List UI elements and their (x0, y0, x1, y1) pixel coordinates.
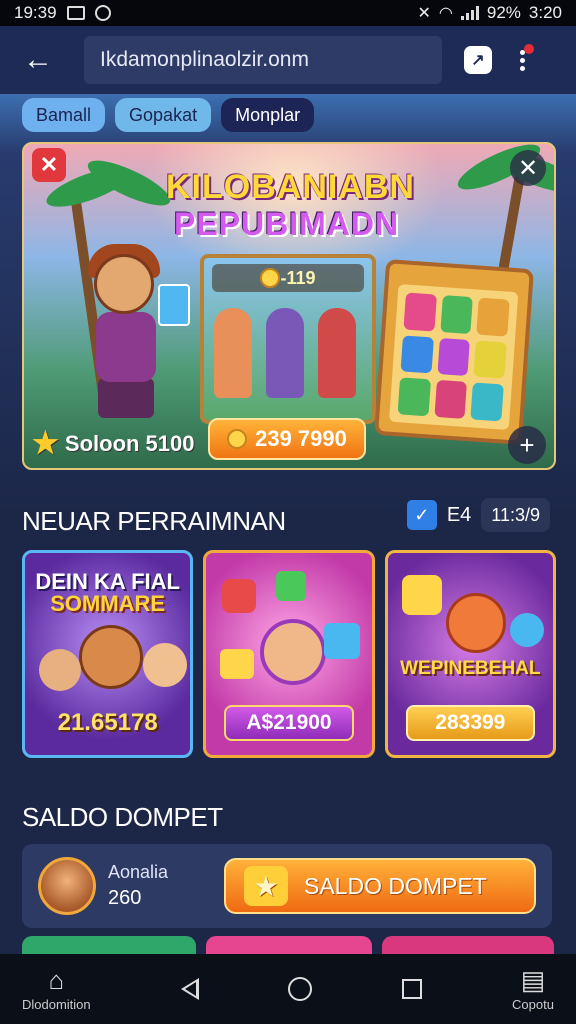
close-red-icon[interactable]: ✕ (32, 148, 66, 182)
signal-icon (460, 6, 479, 20)
gem-icon (276, 571, 307, 601)
next-card-peek[interactable] (382, 936, 554, 956)
bottom-nav: ⌂ Dlodomition ▤ Copotu (0, 954, 576, 1024)
frame-counter: -119 (212, 264, 364, 292)
status-bar: 19:39 ✕ ◠ 92% 3:20 (0, 0, 576, 26)
game-character (143, 643, 187, 687)
back-triangle-icon[interactable] (180, 978, 199, 1000)
chip-1[interactable]: Bamall (22, 98, 106, 132)
star-score: ★ Soloon 5100 (32, 427, 195, 460)
gem-icon (509, 613, 544, 647)
wallet-card: Aonalia 260 ★ SALDO DOMPET (22, 844, 552, 928)
url-text: Ikdamonplinaolzir.onm (100, 48, 309, 71)
card-icon (158, 284, 190, 326)
star-icon: ★ (244, 866, 288, 906)
section-tools: ✓ E4 11:3/9 (406, 498, 550, 532)
game-price: A$21900 (224, 705, 354, 741)
url-field[interactable]: Ikdamonplinaolzir.onm (84, 36, 442, 84)
home-circle-icon[interactable] (288, 977, 313, 1001)
chip-3[interactable]: Monplar (221, 98, 315, 132)
popcorn-icon (220, 649, 255, 679)
gem-board (374, 259, 534, 445)
game-title-line1: DEIN KA FIAL (35, 569, 180, 594)
game-character (39, 649, 81, 691)
game-character (260, 619, 327, 685)
recents-square-icon[interactable] (402, 979, 423, 999)
banner-price[interactable]: 239 7990 (208, 418, 366, 460)
wifi-icon: ◠ (438, 5, 453, 22)
section-count: E4 (446, 503, 472, 526)
battery-percent: 92% (486, 3, 521, 22)
game-price: 283399 (405, 705, 535, 741)
gem-icon (324, 623, 361, 659)
avatar[interactable] (38, 857, 96, 915)
hero-character (54, 244, 204, 424)
chip-2[interactable]: Gopakat (115, 98, 212, 132)
document-icon: ▤ (520, 964, 546, 995)
status-time: 19:39 (14, 3, 57, 22)
banner-title-line2: PEPUBIMADN (174, 206, 400, 242)
game-title-line2: SOMMARE (50, 591, 166, 616)
section-title-wallet: SALDO DOMPET (22, 802, 223, 832)
coin-icon (227, 429, 248, 449)
back-arrow-icon[interactable]: ← (18, 40, 58, 80)
home-icon: ⌂ (48, 964, 65, 995)
game-card-2[interactable]: A$21900 (203, 550, 375, 758)
close-icon[interactable]: ✕ (510, 150, 546, 186)
game-list: DEIN KA FIAL SOMMARE 21.65178 A$21900 WE… (22, 550, 556, 758)
star-icon: ★ (32, 427, 59, 460)
main-content: Bamall Gopakat Monplar ✕ ✕ KILOBANIABN P… (0, 94, 576, 956)
game-character (445, 593, 506, 653)
nav-right-label: Copotu (512, 996, 554, 1012)
wallet-button-label: SALDO DOMPET (304, 872, 487, 899)
status-time-right: 3:20 (528, 3, 562, 22)
nav-home[interactable]: ⌂ Dlodomition (22, 967, 91, 1012)
nav-home-label: Dlodomition (22, 996, 91, 1012)
section-title-games: NEUAR PERRAIMNAN (22, 506, 286, 536)
mini-character (266, 308, 304, 398)
next-card-peek[interactable] (206, 936, 372, 956)
mini-character (318, 308, 356, 398)
game-frame: -119 (200, 254, 376, 424)
share-icon[interactable]: ↗ (464, 46, 492, 74)
game-card-3[interactable]: WEPINEBEHAL 283399 (384, 550, 556, 758)
game-character (401, 575, 442, 615)
mute-icon: ✕ (417, 5, 431, 22)
app-notification-icon (94, 5, 111, 21)
menu-dots-icon[interactable] (516, 43, 534, 71)
wallet-info: Aonalia 260 (108, 862, 168, 910)
notification-dot (524, 43, 534, 54)
star-icon (222, 579, 257, 613)
browser-toolbar: ← Ikdamonplinaolzir.onm ↗ (0, 26, 576, 94)
banner-title-line1: KILOBANIABN (166, 168, 415, 206)
wallet-amount: 260 (108, 887, 142, 909)
game-character (79, 625, 143, 689)
category-chips: Bamall Gopakat Monplar (22, 98, 315, 132)
game-card-1[interactable]: DEIN KA FIAL SOMMARE 21.65178 (22, 550, 194, 758)
wallet-button[interactable]: ★ SALDO DOMPET (224, 858, 536, 914)
checkbox-icon[interactable]: ✓ (406, 500, 437, 530)
plus-icon[interactable]: + (508, 426, 546, 464)
gallery-icon (66, 6, 85, 20)
game-title-line1: WEPINEBEHAL (400, 658, 541, 679)
promo-banner[interactable]: ✕ ✕ KILOBANIABN PEPUBIMADN -119 239 7990… (22, 142, 556, 470)
nav-right[interactable]: ▤ Copotu (512, 967, 554, 1012)
coin-icon (260, 268, 281, 288)
section-time[interactable]: 11:3/9 (481, 498, 550, 532)
wallet-user-name: Aonalia (108, 862, 169, 882)
game-price: 21.65178 (57, 709, 158, 736)
mini-character (214, 308, 252, 398)
next-card-peek[interactable] (22, 936, 196, 956)
